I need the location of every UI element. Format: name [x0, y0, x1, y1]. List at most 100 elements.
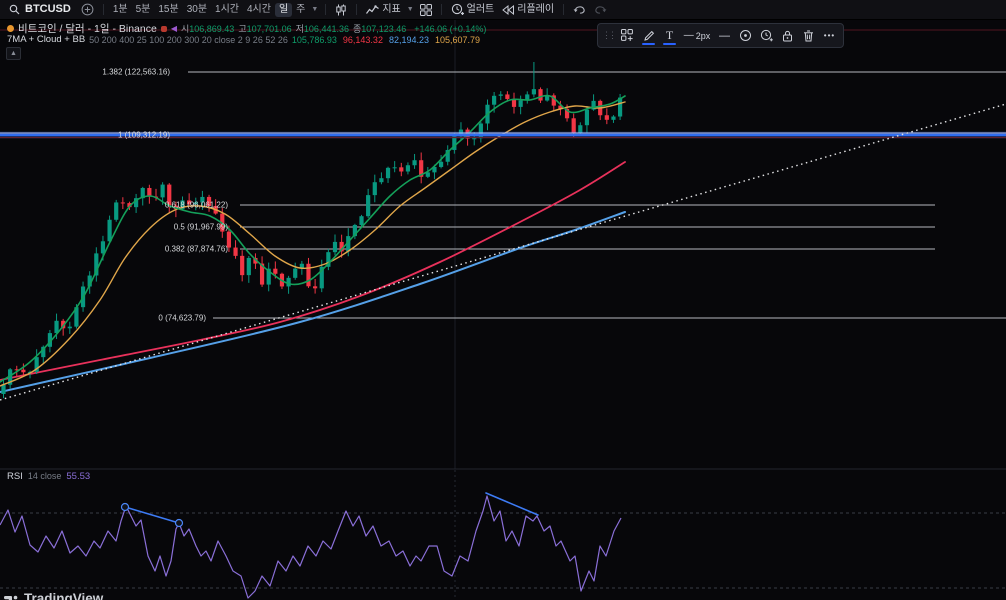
- legend-purple-icon: ◀: [171, 24, 177, 33]
- indicator-value: 105,786.93: [292, 35, 337, 45]
- plus-circle-icon: [81, 3, 94, 16]
- ohlc-value: 107,123.46: [361, 24, 406, 34]
- indicator-legend-row: 7MA + Cloud + BB 50 200 400 25 100 200 3…: [7, 34, 486, 45]
- trendline-handle: [176, 520, 183, 527]
- interval-주[interactable]: 주: [292, 3, 309, 17]
- fib-level-label-1.382[interactable]: 1.382 (122,563.16): [102, 68, 170, 77]
- add-alert-button[interactable]: [756, 26, 777, 45]
- indicator-name[interactable]: 7MA + Cloud + BB: [7, 34, 85, 45]
- line-width-button[interactable]: — 2px: [680, 26, 714, 45]
- alert-clock-icon: [451, 3, 464, 16]
- candlestick-icon: [335, 4, 347, 16]
- rsi-legend-row: RSI 14 close 55.53: [7, 471, 90, 482]
- symbol-search-button[interactable]: BTCUSD: [5, 3, 77, 16]
- lock-button[interactable]: [777, 26, 798, 45]
- indicators-icon: [366, 4, 379, 15]
- ma-line-green: [0, 96, 625, 382]
- alert-button[interactable]: 얼러트: [447, 2, 499, 17]
- line-width-value: 2px: [696, 31, 711, 41]
- fib-level-label-0.618[interactable]: 0.618 (96,061.22): [165, 201, 228, 210]
- ohlc-value: 106,869.43: [189, 24, 234, 34]
- line-style-button[interactable]: —: [714, 26, 735, 45]
- interval-chevron-down-icon[interactable]: ▼: [309, 6, 320, 13]
- price-chart-canvas[interactable]: [0, 0, 1006, 600]
- fib-level-label-0.382[interactable]: 0.382 (87,874.76): [165, 245, 228, 254]
- delete-button[interactable]: [798, 26, 819, 45]
- replay-rewind-icon: [502, 5, 514, 15]
- indicators-button[interactable]: 지표: [362, 3, 404, 16]
- interval-30분[interactable]: 30분: [183, 3, 211, 17]
- toolbar-separator: [563, 4, 564, 15]
- trash-icon: [803, 30, 814, 42]
- ellipsis-icon: •••: [824, 31, 835, 40]
- interval-5분[interactable]: 5분: [132, 3, 155, 17]
- indicator-value: 105,607.79: [435, 35, 480, 45]
- ohlc-key: 고: [238, 24, 246, 34]
- alert-clock-plus-icon: [760, 29, 773, 42]
- toolbar-separator: [325, 4, 326, 15]
- color-underline: [642, 43, 655, 45]
- tradingview-logo-text: TradingView: [24, 591, 103, 600]
- interval-4시간[interactable]: 4시간: [243, 3, 275, 17]
- trading-app-window: BTCUSD 1분5분15분30분1시간4시간일주 ▼: [0, 0, 1006, 600]
- alert-label: 얼러트: [467, 5, 495, 15]
- interval-1분[interactable]: 1분: [109, 3, 132, 17]
- interval-15분[interactable]: 15분: [154, 3, 182, 17]
- lock-icon: [782, 30, 793, 42]
- ma-line-red: [0, 162, 625, 380]
- redo-icon: [594, 4, 607, 15]
- ohlc-key: 종: [353, 24, 361, 34]
- toolbar-separator: [103, 4, 104, 15]
- indicators-chevron-down-icon[interactable]: ▼: [405, 6, 416, 13]
- layout-button[interactable]: [416, 3, 436, 17]
- ohlc-value: 106,441.36: [304, 24, 349, 34]
- symbol-name: BTCUSD: [23, 4, 73, 15]
- top-toolbar: BTCUSD 1분5분15분30분1시간4시간일주 ▼: [0, 0, 1006, 20]
- trendline-handle: [122, 504, 129, 511]
- drawing-template-button[interactable]: [617, 26, 638, 45]
- fib-level-label-0[interactable]: 0 (74,623.79): [158, 314, 206, 323]
- indicator-value: 96,143.32: [343, 35, 383, 45]
- fib-level-label-0.5[interactable]: 0.5 (91,967.99): [174, 223, 228, 232]
- redo-button[interactable]: [590, 3, 611, 16]
- target-circle-icon: [739, 29, 752, 42]
- rsi-trendline-2[interactable]: [486, 493, 538, 515]
- indicators-label: 지표: [382, 5, 400, 15]
- line-style-icon: —: [719, 30, 730, 42]
- indicator-value: 82,194.23: [389, 35, 429, 45]
- rsi-name[interactable]: RSI: [7, 471, 23, 482]
- ohlc-value: 107,701.06: [247, 24, 292, 34]
- indicator-values: 105,786.93 96,143.32 82,194.23 105,607.79: [292, 35, 486, 45]
- rsi-params: 14 close: [28, 471, 62, 481]
- drawing-floating-toolbar: ⋮⋮ T — 2px —: [597, 23, 844, 48]
- template-add-icon: [621, 29, 634, 42]
- interval-1시간[interactable]: 1시간: [211, 3, 243, 17]
- undo-icon: [573, 4, 586, 15]
- dotted-trendline[interactable]: [0, 104, 1006, 400]
- line-extend-button[interactable]: [735, 26, 756, 45]
- line-color-button[interactable]: [638, 26, 659, 45]
- interval-일[interactable]: 일: [275, 3, 292, 17]
- tradingview-logo-icon: [4, 592, 19, 600]
- ohlc-key: 저: [296, 24, 304, 34]
- ma-line-blue: [0, 212, 625, 392]
- candlesticks[interactable]: [1, 62, 622, 398]
- text-color-button[interactable]: T: [659, 26, 680, 45]
- indicator-params: 50 200 400 25 100 200 300 20 close 2 9 2…: [89, 35, 288, 45]
- more-options-button[interactable]: •••: [819, 26, 840, 45]
- replay-button[interactable]: 리플레이: [498, 4, 558, 16]
- interval-group: 1분5분15분30분1시간4시간일주: [109, 3, 310, 17]
- legend-red-badge-icon: [161, 26, 167, 32]
- undo-button[interactable]: [569, 3, 590, 16]
- compare-add-button[interactable]: [77, 2, 98, 17]
- text-icon: T: [666, 28, 673, 43]
- chart-style-button[interactable]: [331, 3, 351, 17]
- toolbar-drag-handle[interactable]: ⋮⋮: [601, 30, 617, 41]
- rsi-value: 55.53: [66, 471, 90, 482]
- tradingview-logo[interactable]: TradingView: [4, 591, 103, 600]
- search-icon: [9, 4, 20, 15]
- legend-collapse-button[interactable]: ▲: [6, 47, 21, 60]
- color-underline: [663, 43, 676, 45]
- change-value: +146.06 (+0.14%): [414, 24, 486, 34]
- fib-level-label-1[interactable]: 1 (109,312.19): [118, 131, 170, 140]
